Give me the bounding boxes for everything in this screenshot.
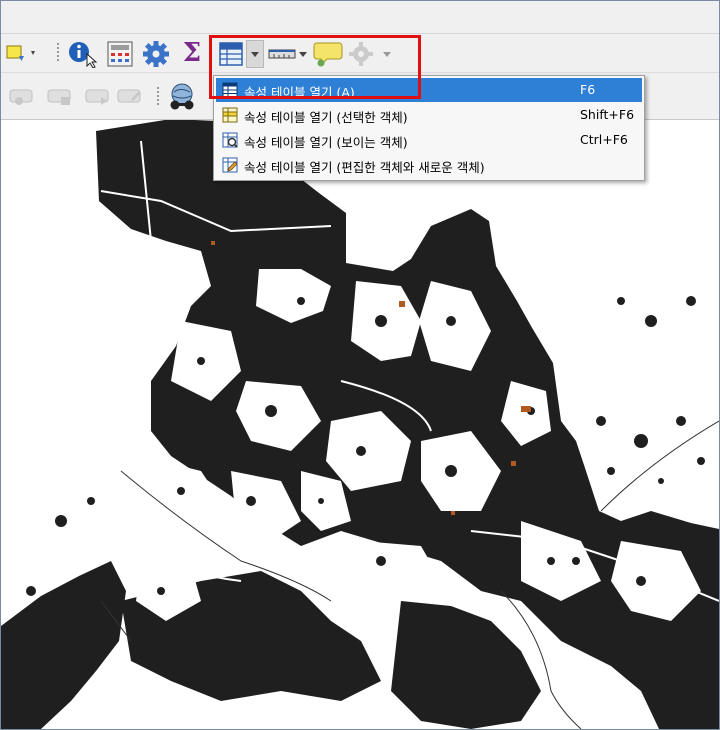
select-feature-icon [6,45,35,61]
label-show-button[interactable] [45,85,77,109]
map-canvas[interactable] [1,119,719,729]
label-show-icon [47,89,71,105]
label-rotate-button[interactable] [115,85,147,109]
plugin-button[interactable] [165,81,199,111]
select-feature-button[interactable] [5,42,39,64]
menu-item-shortcut: F6 [580,82,596,97]
label-pin-icon [9,89,33,105]
attribute-table-edited-icon [222,157,238,173]
processing-button[interactable] [141,40,171,68]
land-cover-map [1,119,719,729]
statistics-sigma-icon: Σ [182,38,202,68]
menu-item-open-attribute-table-edited[interactable]: 속성 테이블 열기 (편집한 객체와 새로운 객체) [216,153,642,177]
menu-item-label: 속성 테이블 열기 (보이는 객체) [244,135,408,150]
qgis-window: Σ 속성 테이블 열기 (A) F6 속성 테이블 열기 (선택한 객체) Sh… [0,0,720,730]
toolbar-grip [57,43,59,63]
menu-item-open-attribute-table-selected[interactable]: 속성 테이블 열기 (선택한 객체) Shift+F6 [216,103,642,127]
label-move-icon [85,89,109,105]
toolbar-grip [157,87,159,107]
field-calculator-icon [107,41,133,67]
menu-item-open-attribute-table-visible[interactable]: 속성 테이블 열기 (보이는 객체) Ctrl+F6 [216,128,642,152]
label-move-button[interactable] [83,85,115,109]
identify-icon [69,42,98,68]
menu-item-shortcut: Ctrl+F6 [580,132,628,147]
menu-item-label: 속성 테이블 열기 (선택한 객체) [244,110,408,125]
label-pin-button[interactable] [7,85,39,109]
statistics-button[interactable]: Σ [179,38,205,68]
processing-gear-icon [143,41,169,67]
window-top-strip [1,1,719,34]
field-calculator-button[interactable] [105,39,135,69]
plugin-globe-icon [170,83,194,110]
identify-button[interactable] [67,40,99,68]
menu-item-shortcut: Shift+F6 [580,107,635,122]
menu-item-label: 속성 테이블 열기 (편집한 객체와 새로운 객체) [244,160,485,175]
attribute-table-selected-icon [222,107,238,123]
attribute-table-visible-icon [222,132,238,148]
label-rotate-icon [117,89,141,103]
highlight-box [209,35,421,99]
